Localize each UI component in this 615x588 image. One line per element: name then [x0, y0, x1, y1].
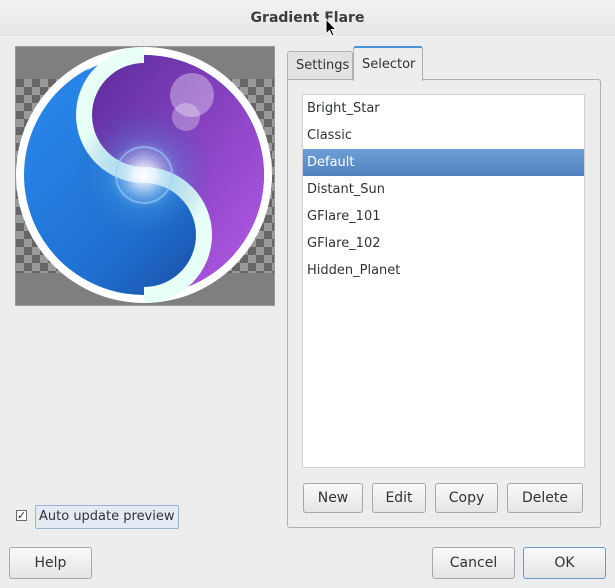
preview-image	[16, 47, 274, 303]
list-item[interactable]: GFlare_102	[303, 230, 584, 257]
list-item[interactable]: Bright_Star	[303, 95, 584, 122]
auto-update-checkbox[interactable]: ✓	[16, 510, 27, 521]
cancel-button[interactable]: Cancel	[432, 547, 515, 579]
list-item[interactable]: Distant_Sun	[303, 176, 584, 203]
delete-button[interactable]: Delete	[507, 483, 583, 513]
list-item[interactable]: Hidden_Planet	[303, 257, 584, 284]
tab-settings[interactable]: Settings	[287, 51, 353, 79]
preview-area	[15, 46, 275, 306]
ok-button[interactable]: OK	[523, 547, 606, 579]
mouse-cursor-icon	[325, 18, 337, 37]
window-title: Gradient Flare	[0, 0, 615, 36]
help-button[interactable]: Help	[9, 547, 92, 579]
copy-button[interactable]: Copy	[435, 483, 498, 513]
list-item[interactable]: GFlare_101	[303, 203, 584, 230]
list-item[interactable]: Classic	[303, 122, 584, 149]
edit-button[interactable]: Edit	[372, 483, 426, 513]
flare-list[interactable]: Bright_Star Classic Default Distant_Sun …	[302, 94, 585, 468]
new-button[interactable]: New	[303, 483, 363, 513]
list-item-selected[interactable]: Default	[303, 149, 584, 176]
tab-selector[interactable]: Selector	[353, 46, 423, 81]
auto-update-label[interactable]: Auto update preview	[35, 505, 179, 529]
